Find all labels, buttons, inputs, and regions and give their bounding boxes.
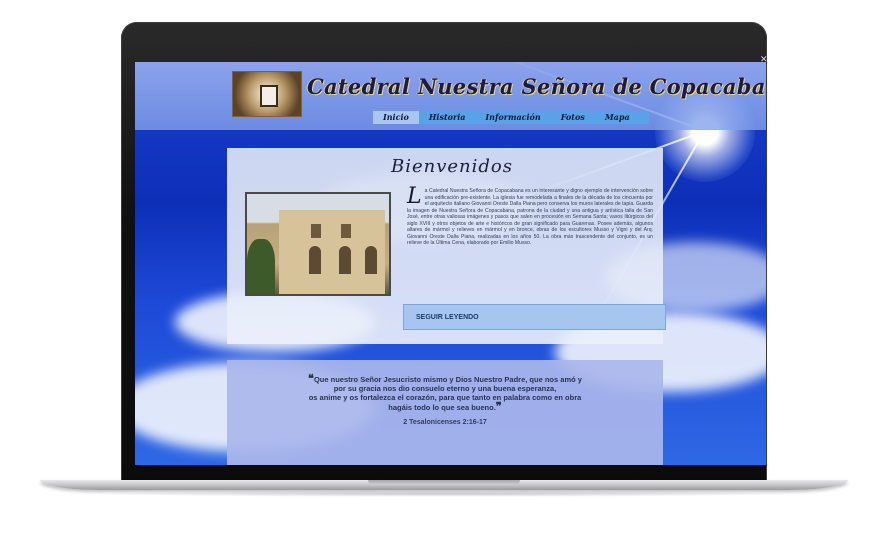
- cathedral-logo[interactable]: [232, 71, 302, 117]
- close-quote-icon: ❞: [495, 400, 502, 413]
- nav-item-inicio[interactable]: Inicio: [373, 111, 419, 124]
- main-nav: Inicio Historia Información Fotos Mapa: [373, 111, 649, 124]
- quote-line: por su gracia nos dio consuelo eterno y …: [333, 384, 557, 393]
- website-screen: Catedral Nuestra Señora de Copacabana In…: [135, 62, 766, 465]
- quote-panel: ❝Que nuestro Señor Jesucristo mismo y Di…: [227, 360, 663, 465]
- quote-reference: 2 Tesalonicenses 2:16-17: [403, 419, 487, 426]
- nav-item-historia[interactable]: Historia: [419, 111, 476, 124]
- welcome-body-text: a Catedral Nuestra Señora de Copacabana …: [407, 188, 653, 246]
- site-title: Catedral Nuestra Señora de Copacabana: [307, 74, 766, 99]
- quote-line: Que nuestro Señor Jesucristo mismo y Dio…: [313, 375, 582, 384]
- welcome-body: L a Catedral Nuestra Señora de Copacaban…: [407, 184, 653, 247]
- laptop-notch: [368, 480, 520, 485]
- quote-text: ❝Que nuestro Señor Jesucristo mismo y Di…: [247, 373, 643, 413]
- laptop-shadow: [80, 491, 810, 497]
- church-photo: [245, 192, 391, 296]
- nav-item-fotos[interactable]: Fotos: [551, 111, 595, 124]
- quote-line: hagáis todo lo que sea bueno.: [388, 403, 496, 412]
- welcome-heading: Bienvenidos: [391, 156, 513, 177]
- nav-item-informacion[interactable]: Información: [475, 111, 550, 124]
- nav-item-mapa[interactable]: Mapa: [595, 111, 640, 124]
- quote-line: os anime y os fortalezca el corazón, par…: [308, 393, 582, 402]
- dropcap-letter: L: [407, 184, 422, 209]
- read-more-button[interactable]: SEGUIR LEYENDO: [403, 304, 666, 330]
